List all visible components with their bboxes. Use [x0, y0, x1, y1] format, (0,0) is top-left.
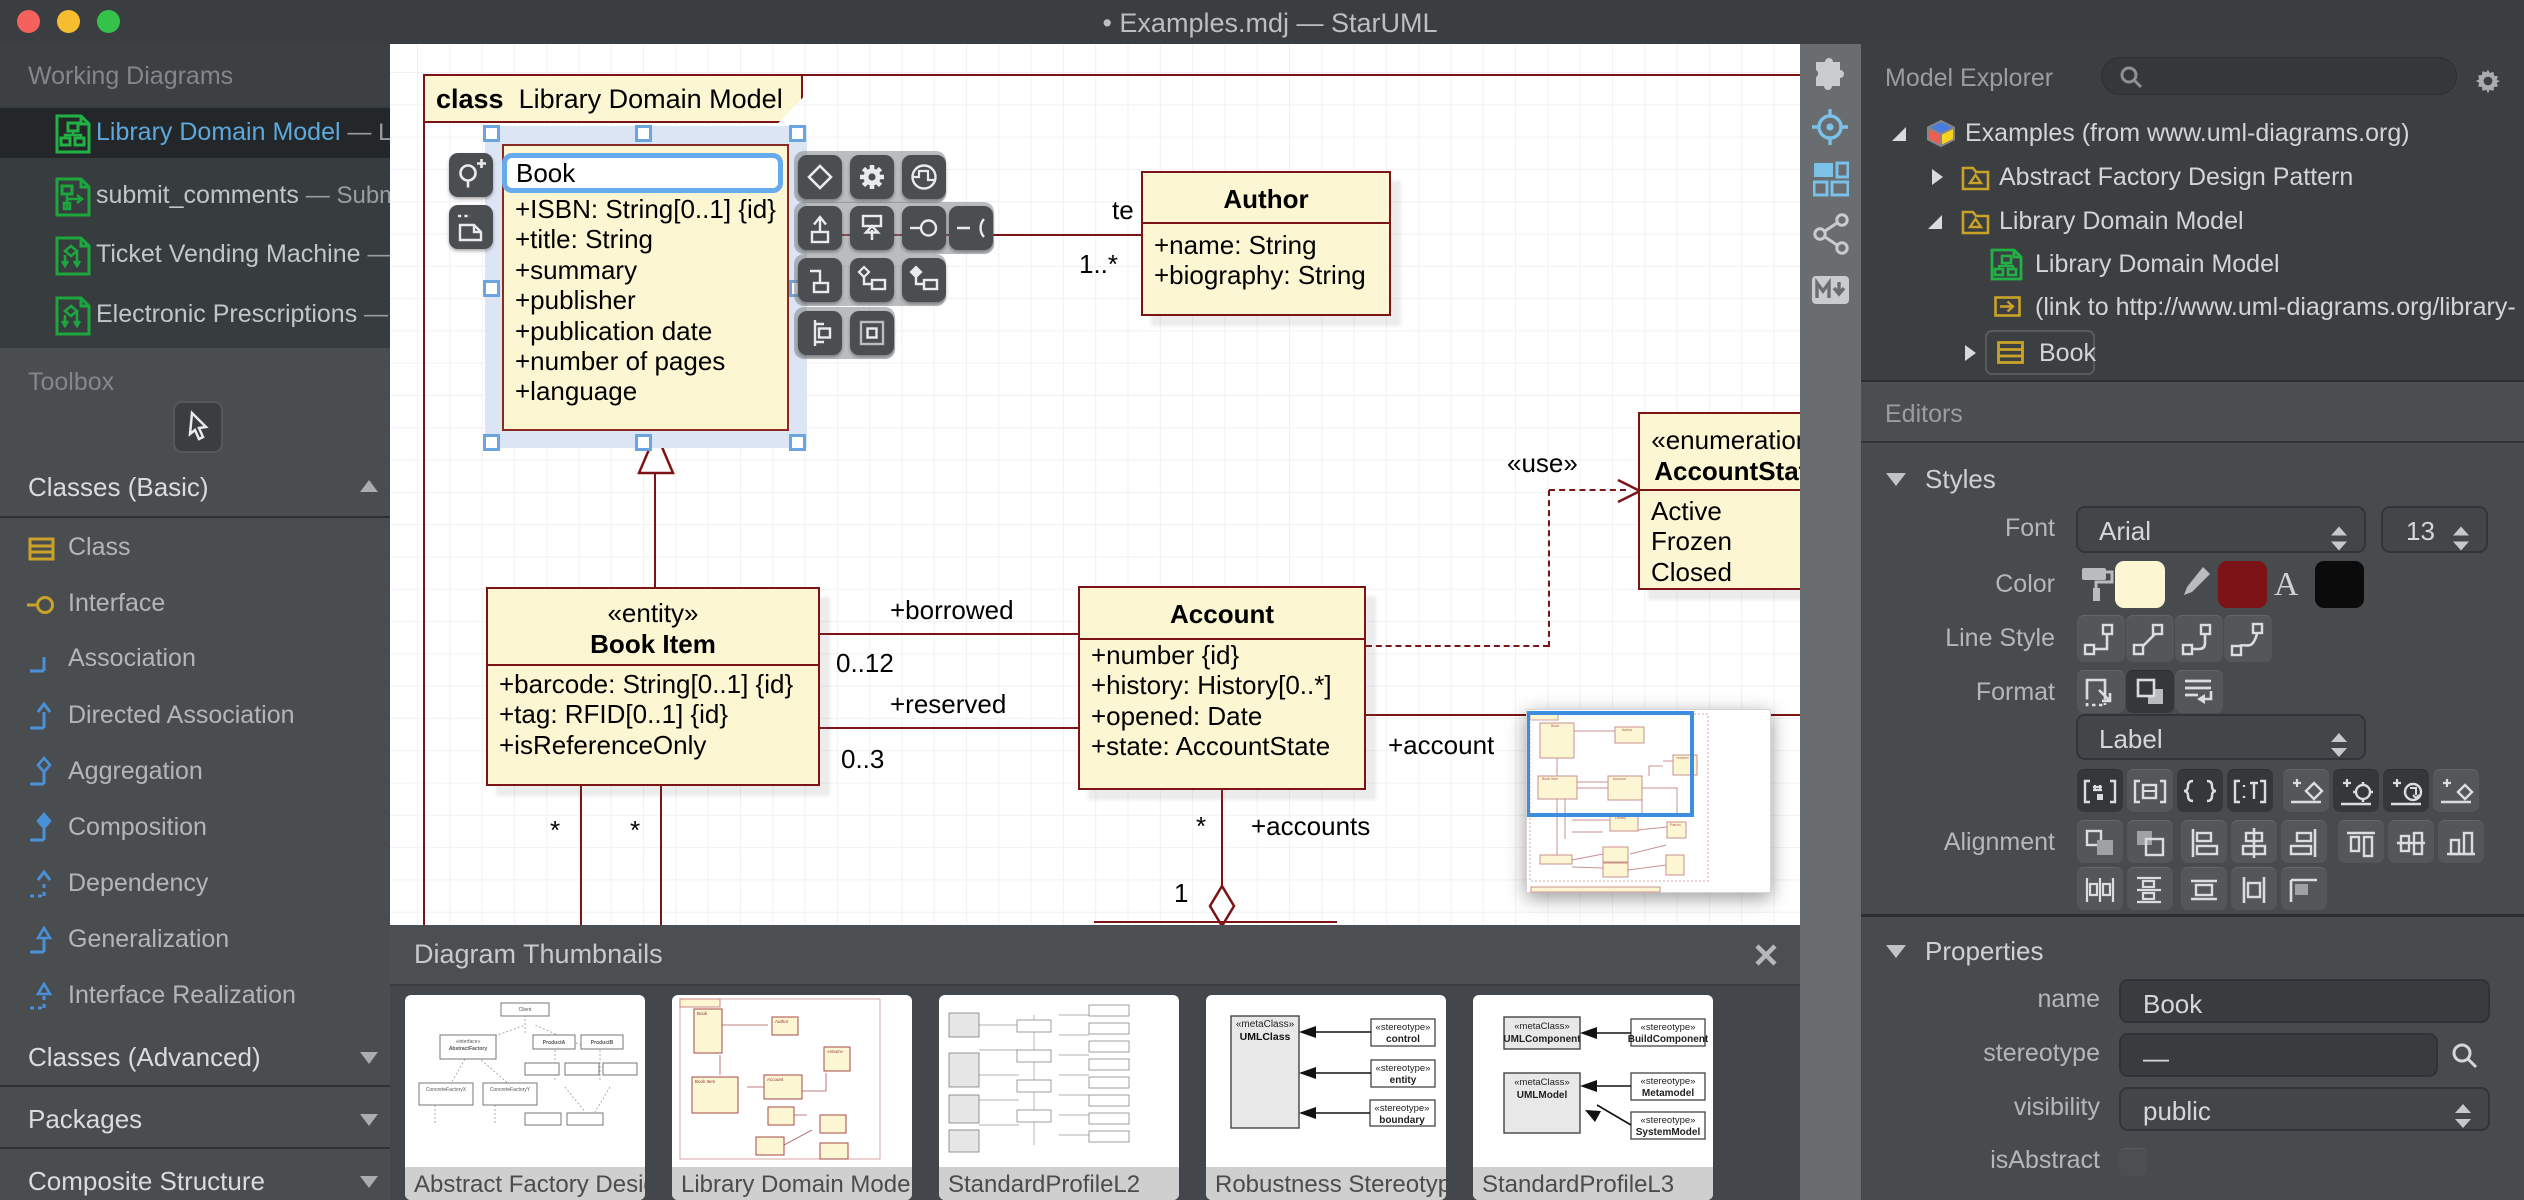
svg-text:«interface»: «interface»: [456, 1039, 481, 1045]
svg-text:Book Item: Book Item: [1542, 777, 1558, 781]
svg-text:Book: Book: [697, 1011, 708, 1016]
svg-text:«metaClass»: «metaClass»: [1236, 1019, 1295, 1030]
svg-text:BuildComponent: BuildComponent: [1628, 1034, 1709, 1045]
svg-text:«metaClass»: «metaClass»: [1514, 1077, 1569, 1088]
svg-text:Patron: Patron: [1670, 823, 1681, 827]
svg-text:boundary: boundary: [1379, 1115, 1425, 1126]
svg-text:Author: Author: [775, 1019, 789, 1024]
svg-text:Client: Client: [519, 1007, 532, 1013]
svg-text:UMLModel: UMLModel: [1517, 1090, 1568, 1101]
svg-text:AbstractFactory: AbstractFactory: [449, 1046, 488, 1052]
svg-text:Metamodel: Metamodel: [1642, 1088, 1694, 1099]
svg-text:ConcreteFactoryX: ConcreteFactoryX: [426, 1087, 467, 1093]
svg-text:«stereotype»: «stereotype»: [1641, 1022, 1696, 1033]
svg-text:ProductB: ProductB: [591, 1040, 614, 1046]
svg-text:«stereotype»: «stereotype»: [1376, 1022, 1431, 1033]
svg-text:Author: Author: [1622, 728, 1633, 732]
svg-text:control: control: [1386, 1034, 1420, 1045]
svg-text:Book Item: Book Item: [695, 1079, 716, 1084]
svg-text:«stereotype»: «stereotype»: [1375, 1103, 1430, 1114]
svg-text:«enum»: «enum»: [827, 1049, 844, 1054]
svg-text:«enum»: «enum»: [1676, 756, 1689, 760]
svg-text:Account: Account: [767, 1077, 784, 1082]
svg-text:«metaClass»: «metaClass»: [1514, 1021, 1569, 1032]
svg-text:«stereotype»: «stereotype»: [1376, 1063, 1431, 1074]
svg-text:UMLClass: UMLClass: [1240, 1031, 1291, 1043]
svg-text:entity: entity: [1390, 1075, 1417, 1086]
svg-text:Account: Account: [1613, 777, 1626, 781]
svg-text:«stereotype»: «stereotype»: [1641, 1115, 1696, 1126]
svg-text:Book: Book: [1551, 724, 1559, 728]
svg-text:ConcreteFactoryY: ConcreteFactoryY: [490, 1087, 531, 1093]
svg-text:ProductA: ProductA: [543, 1040, 566, 1046]
svg-text:SystemModel: SystemModel: [1636, 1127, 1701, 1138]
svg-text:«stereotype»: «stereotype»: [1641, 1076, 1696, 1087]
svg-text:UMLComponent: UMLComponent: [1503, 1034, 1581, 1045]
